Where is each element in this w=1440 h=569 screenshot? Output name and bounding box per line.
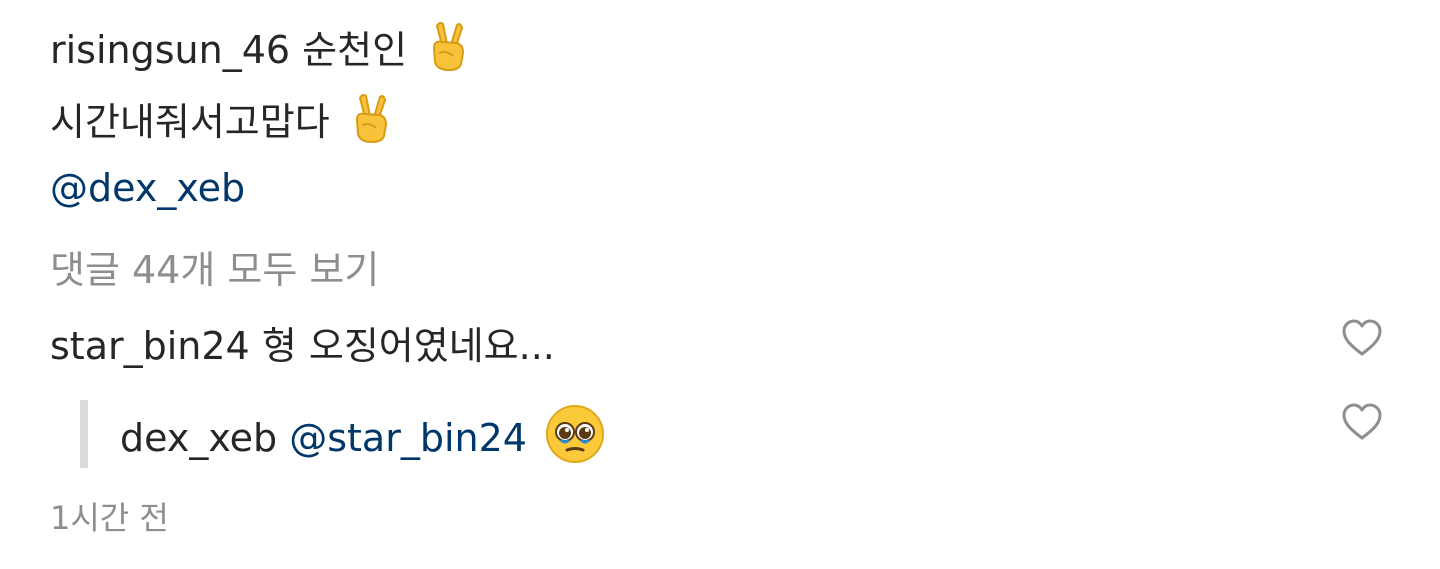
reply: dex_xeb @star_bin24 <box>120 404 605 477</box>
like-heart-icon[interactable] <box>1340 318 1384 358</box>
caption-text-2: 시간내줘서고맙다 <box>50 100 330 144</box>
comment: star_bin24 형 오징어였네요... <box>50 320 555 372</box>
reply-mention[interactable]: @star_bin24 <box>289 416 527 460</box>
like-heart-icon[interactable] <box>1340 402 1384 442</box>
post-caption-line-2: 시간내줘서고맙다 <box>50 92 394 157</box>
caption-text-1: 순천인 <box>302 28 408 72</box>
reply-username[interactable]: dex_xeb <box>120 416 277 460</box>
comment-text: 형 오징어였네요... <box>261 324 555 368</box>
comment-username[interactable]: star_bin24 <box>50 324 250 368</box>
post-username[interactable]: risingsun_46 <box>50 28 290 72</box>
victory-hand-icon <box>348 92 394 157</box>
reply-thread-bar <box>80 400 88 468</box>
victory-hand-icon <box>425 20 471 85</box>
post-mention[interactable]: @dex_xeb <box>50 162 245 214</box>
post-caption-line-1: risingsun_46 순천인 <box>50 20 471 85</box>
view-all-comments-link[interactable]: 댓글 44개 모두 보기 <box>50 244 379 296</box>
timestamp: 1시간 전 <box>50 499 169 537</box>
pleading-face-icon <box>545 404 605 477</box>
